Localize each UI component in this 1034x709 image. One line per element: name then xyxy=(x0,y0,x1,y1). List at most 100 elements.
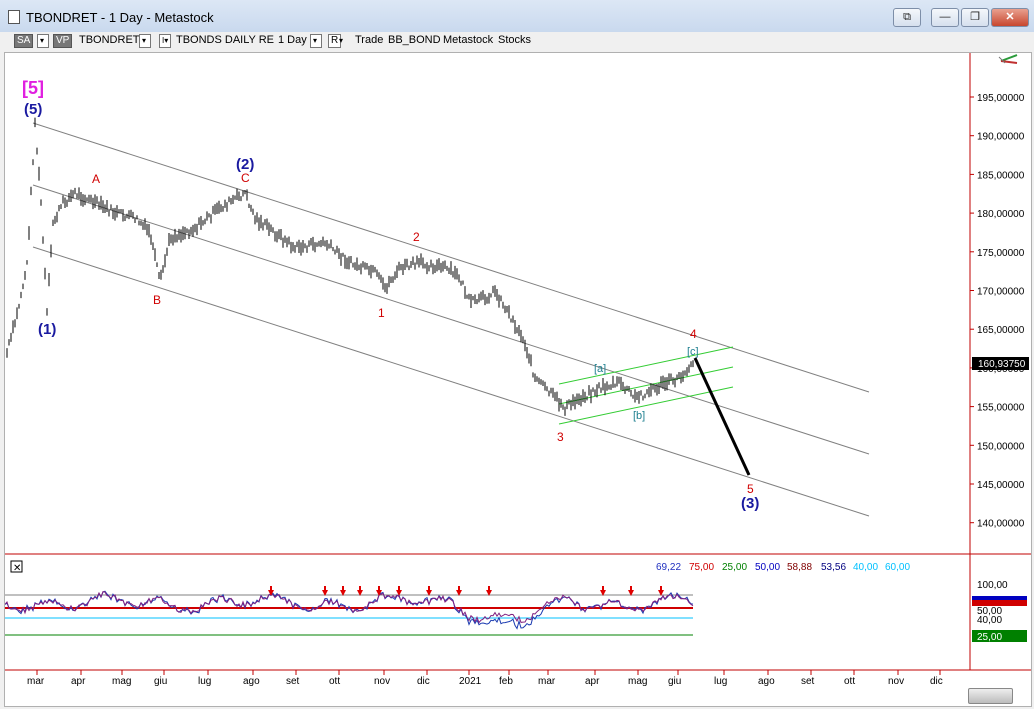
sa-button[interactable]: SA xyxy=(14,34,34,48)
price-tick-label: 170,00000 xyxy=(977,287,1025,298)
time-tick-label: mag xyxy=(628,676,647,687)
channel-line-middle[interactable] xyxy=(32,184,870,455)
period-dropdown-icon[interactable]: ▾ xyxy=(310,34,322,48)
wave-label-w1: (1) xyxy=(38,321,56,338)
time-tick-label: apr xyxy=(585,676,600,687)
minimize-button[interactable]: — xyxy=(931,8,959,27)
time-tick-label: lug xyxy=(198,676,211,687)
close-button[interactable]: ✕ xyxy=(991,8,1029,27)
time-tick-label: 2021 xyxy=(459,676,482,687)
projection-arrow-line[interactable] xyxy=(693,357,751,476)
wave-label-c: C xyxy=(241,171,250,185)
time-tick-label: set xyxy=(286,676,300,687)
wave-label-w5: (5) xyxy=(24,101,42,118)
wave-label-s1: 1 xyxy=(378,306,385,320)
time-tick-label: ott xyxy=(844,676,855,687)
price-tick-label: 155,00000 xyxy=(977,403,1025,414)
wave-label-s3: 3 xyxy=(557,430,564,444)
restore-tile-button[interactable]: ⧉ xyxy=(893,8,921,27)
chart-tools-icon[interactable] xyxy=(998,54,1018,64)
r-dropdown-icon[interactable]: ▾ xyxy=(339,34,343,47)
maximize-button[interactable]: ❐ xyxy=(961,8,989,27)
price-tick-label: 175,00000 xyxy=(977,248,1025,259)
indicator-value: 50,00 xyxy=(755,562,780,573)
sa-dropdown-icon[interactable]: ▾ xyxy=(37,34,49,48)
price-tick-label: 165,00000 xyxy=(977,325,1025,336)
indicator-axis-label: 40,00 xyxy=(977,615,1002,626)
chart-area[interactable]: [5] (5) (1) A B C (2) 1 2 3 4 5 (3) [a] … xyxy=(4,52,1032,707)
time-tick-label: apr xyxy=(71,676,86,687)
price-tick-label: 195,00000 xyxy=(977,93,1025,104)
chart-toolbar: SA ▾ VP TBONDRET ▾ I▾ TBONDS DAILY RE 1 … xyxy=(0,32,1034,50)
indicator-axis: 100,0050,0040,0025,00 xyxy=(972,580,1027,643)
price-tick-label: 180,00000 xyxy=(977,209,1025,220)
time-tick-label: dic xyxy=(417,676,430,687)
toolbar-item-bb-bond[interactable]: BB_BOND xyxy=(388,34,441,47)
time-tick-label: ago xyxy=(243,676,260,687)
indicator-value: 69,22 xyxy=(656,562,681,573)
price-tick-label: 190,00000 xyxy=(977,132,1025,143)
price-tick-label: 140,00000 xyxy=(977,519,1025,530)
green-channel-upper[interactable] xyxy=(558,346,734,385)
period-label[interactable]: 1 Day xyxy=(278,34,307,47)
wave-label-a-sub: [a] xyxy=(594,363,606,375)
security-name: TBONDS DAILY RE xyxy=(176,34,275,46)
time-tick-label: lug xyxy=(714,676,727,687)
indicator-axis-label: 100,00 xyxy=(977,580,1008,591)
price-tick-label: 145,00000 xyxy=(977,480,1025,491)
indicator-value: 75,00 xyxy=(689,562,714,573)
price-bars xyxy=(6,117,694,416)
toolbar-item-trade[interactable]: Trade xyxy=(355,34,383,47)
price-axis: 195,00000 190,00000 185,00000 180,00000 175,… xyxy=(970,93,1025,530)
vp-button[interactable]: VP xyxy=(53,34,73,48)
channel-line-lower[interactable] xyxy=(32,246,870,517)
wave-label-b-sub: [b] xyxy=(633,410,645,422)
indicator-value: 25,00 xyxy=(722,562,747,573)
window-title: TBONDRET - 1 Day - Metastock xyxy=(26,10,214,25)
time-tick-label: nov xyxy=(888,676,904,687)
indicator-series-blue xyxy=(4,590,694,630)
wave-label-top5: [5] xyxy=(22,78,44,98)
indicator-tag-red xyxy=(972,600,1027,606)
time-tick-label: nov xyxy=(374,676,390,687)
indicator-axis-label: 25,00 xyxy=(977,632,1002,643)
time-tick-label: ago xyxy=(758,676,775,687)
time-tick-label: feb xyxy=(499,676,513,687)
indicator-value: 40,00 xyxy=(853,562,878,573)
toolbar-item-stocks[interactable]: Stocks xyxy=(498,34,531,47)
time-tick-label: mag xyxy=(112,676,131,687)
wave-label-b: B xyxy=(153,293,161,307)
x-icon[interactable]: ✕ xyxy=(13,563,21,574)
wave-label-s2: 2 xyxy=(413,230,420,244)
wave-label-a: A xyxy=(92,172,100,186)
time-tick-label: mar xyxy=(27,676,45,687)
wave-label-s4: 4 xyxy=(690,327,697,341)
time-tick-label: dic xyxy=(930,676,943,687)
symbol-label[interactable]: TBONDRET xyxy=(79,34,140,47)
indicator-value: 58,88 xyxy=(787,562,812,573)
toolbar-item-metastock[interactable]: Metastock xyxy=(443,34,493,47)
symbol-dropdown-icon[interactable]: ▾ xyxy=(139,34,151,48)
price-tick-label: 185,00000 xyxy=(977,170,1025,181)
horizontal-scrollbar-thumb[interactable] xyxy=(968,688,1013,704)
current-price-label: 160,93750 xyxy=(978,359,1026,370)
current-price-tag: 160,93750 xyxy=(972,357,1029,370)
time-tick-label: set xyxy=(801,676,815,687)
time-tick-label: mar xyxy=(538,676,556,687)
wave-label-s5: 5 xyxy=(747,482,754,496)
wave-label-c-sub: [c] xyxy=(687,346,699,358)
chart-svg[interactable]: [5] (5) (1) A B C (2) 1 2 3 4 5 (3) [a] … xyxy=(4,53,1031,706)
channel-line-upper[interactable] xyxy=(32,122,870,393)
time-tick-label: giu xyxy=(154,676,167,687)
wave-label-w3: (3) xyxy=(741,495,759,512)
window-titlebar: TBONDRET - 1 Day - Metastock ⧉ — ❐ ✕ xyxy=(0,0,1034,33)
time-axis: mar apr mag giu lug ago set ott nov dic 2021 feb mar… xyxy=(27,670,943,687)
price-tick-label: 150,00000 xyxy=(977,441,1025,452)
wave-label-w2: (2) xyxy=(236,156,254,173)
time-tick-label: ott xyxy=(329,676,340,687)
indicator-value: 53,56 xyxy=(821,562,846,573)
time-tick-label: giu xyxy=(668,676,681,687)
bar-style-icon[interactable]: I▾ xyxy=(159,34,171,48)
indicator-values: 69,22 75,00 25,00 50,00 58,88 53,56 40,00 60,00 xyxy=(656,562,910,573)
indicator-value: 60,00 xyxy=(885,562,910,573)
